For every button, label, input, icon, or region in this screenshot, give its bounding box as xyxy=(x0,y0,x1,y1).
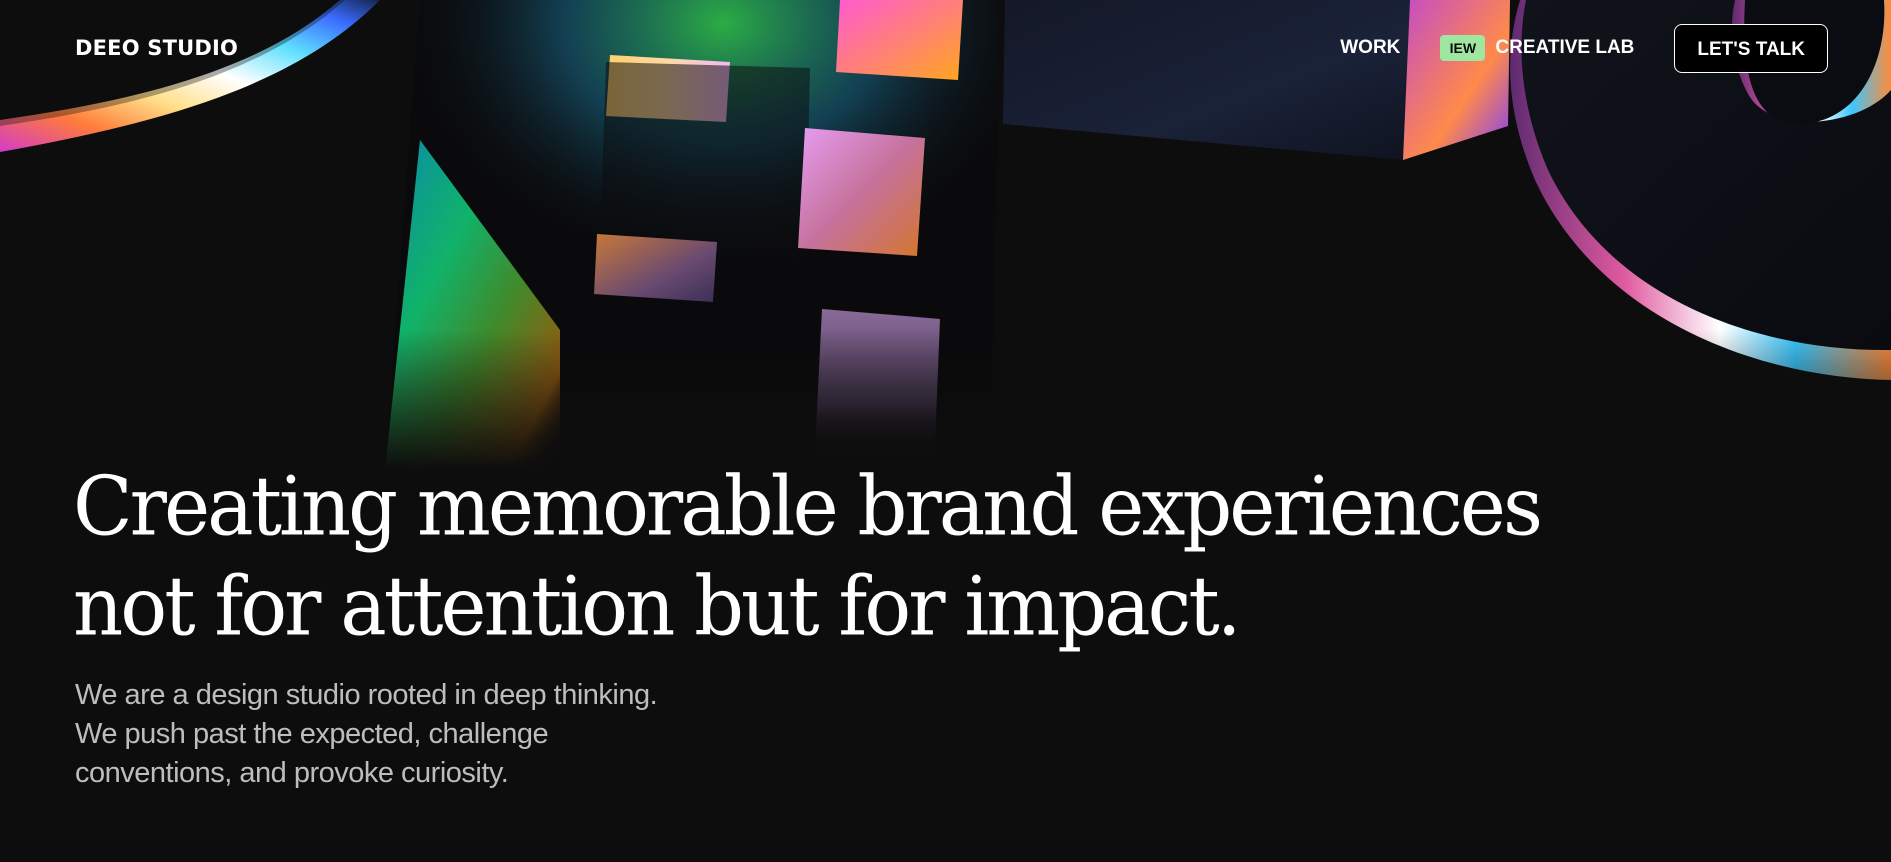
hero-heading: Creating memorable brand experiences not… xyxy=(73,458,1543,658)
nav-creative-lab-link[interactable]: CREATIVE LAB xyxy=(1495,37,1634,59)
main-nav: WORK IEW CREATIVE LAB LET'S TALK xyxy=(1340,23,1828,73)
new-badge: IEW xyxy=(1440,35,1486,61)
hero-heading-line: not for attention but for impact. xyxy=(73,559,1241,655)
hero-heading-line: Creating memorable brand experiences xyxy=(73,460,1543,555)
lets-talk-button[interactable]: LET'S TALK xyxy=(1674,23,1828,73)
hero-description-line: conventions, and provoke curiosity. xyxy=(75,757,509,789)
site-header: DEEO STUDIO WORK IEW CREATIVE LAB LET'S … xyxy=(0,0,1891,100)
hero-description: We are a design studio rooted in deep th… xyxy=(75,676,658,793)
hero-description-line: We are a design studio rooted in deep th… xyxy=(75,679,658,711)
logo[interactable]: DEEO STUDIO xyxy=(75,36,238,60)
hero-description-line: We push past the expected, challenge xyxy=(75,718,549,750)
page: DEEO STUDIO WORK IEW CREATIVE LAB LET'S … xyxy=(0,0,1891,862)
nav-work-link[interactable]: WORK xyxy=(1340,37,1400,59)
